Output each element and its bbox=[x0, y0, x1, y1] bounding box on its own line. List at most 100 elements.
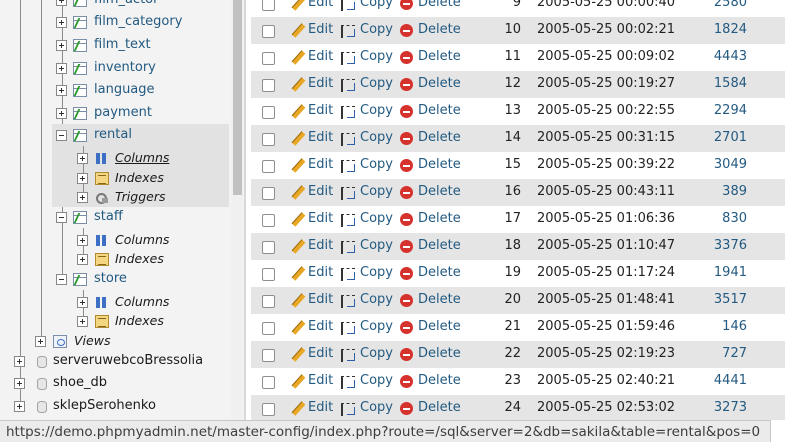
edit-link[interactable]: Edit bbox=[308, 103, 333, 118]
inventory-id-link[interactable]: 3376 bbox=[685, 238, 747, 253]
inventory-id-link[interactable]: 2580 bbox=[685, 0, 747, 10]
delete-link[interactable]: Delete bbox=[418, 0, 461, 10]
copy-link[interactable]: Copy bbox=[360, 0, 393, 10]
delete-icon[interactable] bbox=[400, 186, 413, 199]
table-row[interactable]: Edit Copy Delete 15 2005-05-25 00:39:22 3049 bbox=[251, 152, 785, 179]
tree-item-database[interactable]: shoe_db bbox=[0, 373, 231, 395]
delete-link[interactable]: Delete bbox=[418, 238, 461, 253]
tree-item-inventory[interactable]: inventory bbox=[0, 58, 231, 80]
tree-item-language[interactable]: language bbox=[0, 80, 231, 102]
inventory-id-link[interactable]: 389 bbox=[685, 184, 747, 199]
copy-icon[interactable] bbox=[341, 403, 355, 416]
inventory-id-link[interactable]: 830 bbox=[685, 211, 747, 226]
database-name[interactable]: sklepSerohenko bbox=[53, 398, 156, 413]
copy-link[interactable]: Copy bbox=[360, 184, 393, 199]
expand-icon[interactable] bbox=[14, 378, 25, 389]
delete-icon[interactable] bbox=[400, 24, 413, 37]
columns-link[interactable]: Columns bbox=[115, 232, 169, 247]
indexes-link[interactable]: Indexes bbox=[115, 170, 164, 185]
expand-icon[interactable] bbox=[14, 401, 25, 412]
table-row[interactable]: Edit Copy Delete 12 2005-05-25 00:19:27 1584 bbox=[251, 71, 785, 98]
pencil-icon[interactable] bbox=[291, 321, 305, 335]
expand-icon[interactable] bbox=[14, 356, 25, 367]
pencil-icon[interactable] bbox=[291, 186, 305, 200]
table-row[interactable]: Edit Copy Delete 14 2005-05-25 00:31:15 2701 bbox=[251, 125, 785, 152]
expand-icon[interactable] bbox=[56, 40, 67, 51]
pencil-icon[interactable] bbox=[291, 51, 305, 65]
copy-link[interactable]: Copy bbox=[360, 319, 393, 334]
pencil-icon[interactable] bbox=[291, 240, 305, 254]
table-name[interactable]: staff bbox=[94, 209, 123, 224]
indexes-link[interactable]: Indexes bbox=[115, 251, 164, 266]
edit-link[interactable]: Edit bbox=[308, 22, 333, 37]
table-row[interactable]: Edit Copy Delete 24 2005-05-25 02:53:02 3273 bbox=[251, 395, 785, 420]
pencil-icon[interactable] bbox=[291, 132, 305, 146]
copy-icon[interactable] bbox=[341, 52, 355, 65]
tree-item-store-indexes[interactable]: Indexes bbox=[0, 311, 231, 333]
delete-link[interactable]: Delete bbox=[418, 76, 461, 91]
expand-icon[interactable] bbox=[56, 63, 67, 74]
inventory-id-link[interactable]: 4443 bbox=[685, 49, 747, 64]
tree-item-store[interactable]: store bbox=[0, 269, 231, 291]
delete-icon[interactable] bbox=[400, 105, 413, 118]
copy-icon[interactable] bbox=[341, 0, 355, 11]
table-row[interactable]: Edit Copy Delete 13 2005-05-25 00:22:55 2294 bbox=[251, 98, 785, 125]
pencil-icon[interactable] bbox=[291, 213, 305, 227]
expand-icon[interactable] bbox=[77, 316, 88, 327]
expand-icon[interactable] bbox=[56, 0, 67, 6]
table-name[interactable]: film_actor bbox=[94, 0, 158, 7]
expand-icon[interactable] bbox=[56, 17, 67, 28]
delete-icon[interactable] bbox=[400, 240, 413, 253]
copy-icon[interactable] bbox=[341, 214, 355, 227]
delete-icon[interactable] bbox=[400, 267, 413, 280]
edit-link[interactable]: Edit bbox=[308, 49, 333, 64]
inventory-id-link[interactable]: 1941 bbox=[685, 265, 747, 280]
edit-link[interactable]: Edit bbox=[308, 400, 333, 415]
table-row[interactable]: Edit Copy Delete 19 2005-05-25 01:17:24 1941 bbox=[251, 260, 785, 287]
pencil-icon[interactable] bbox=[291, 78, 305, 92]
row-checkbox[interactable] bbox=[262, 241, 275, 254]
tree-item-staff-indexes[interactable]: Indexes bbox=[0, 249, 231, 271]
inventory-id-link[interactable]: 4441 bbox=[685, 373, 747, 388]
delete-link[interactable]: Delete bbox=[418, 184, 461, 199]
delete-link[interactable]: Delete bbox=[418, 265, 461, 280]
expand-icon[interactable] bbox=[77, 153, 88, 164]
row-checkbox[interactable] bbox=[262, 322, 275, 335]
row-checkbox[interactable] bbox=[262, 376, 275, 389]
row-checkbox[interactable] bbox=[262, 403, 275, 416]
copy-icon[interactable] bbox=[341, 106, 355, 119]
row-checkbox[interactable] bbox=[262, 295, 275, 308]
delete-icon[interactable] bbox=[400, 132, 413, 145]
row-checkbox[interactable] bbox=[262, 106, 275, 119]
table-row[interactable]: Edit Copy Delete 20 2005-05-25 01:48:41 3517 bbox=[251, 287, 785, 314]
table-row[interactable]: Edit Copy Delete 10 2005-05-25 00:02:21 1824 bbox=[251, 17, 785, 44]
copy-link[interactable]: Copy bbox=[360, 373, 393, 388]
table-row[interactable]: Edit Copy Delete 21 2005-05-25 01:59:46 146 bbox=[251, 314, 785, 341]
table-name[interactable]: inventory bbox=[94, 60, 156, 75]
edit-link[interactable]: Edit bbox=[308, 292, 333, 307]
delete-icon[interactable] bbox=[400, 402, 413, 415]
tree-item-rental[interactable]: rental bbox=[0, 125, 231, 147]
copy-link[interactable]: Copy bbox=[360, 49, 393, 64]
indexes-link[interactable]: Indexes bbox=[115, 313, 164, 328]
copy-icon[interactable] bbox=[341, 79, 355, 92]
delete-link[interactable]: Delete bbox=[418, 157, 461, 172]
edit-link[interactable]: Edit bbox=[308, 265, 333, 280]
delete-icon[interactable] bbox=[400, 51, 413, 64]
delete-link[interactable]: Delete bbox=[418, 49, 461, 64]
tree-item-rental-columns[interactable]: Columns bbox=[0, 148, 231, 170]
copy-link[interactable]: Copy bbox=[360, 265, 393, 280]
collapse-icon[interactable] bbox=[56, 130, 67, 141]
table-name[interactable]: store bbox=[94, 271, 127, 286]
copy-link[interactable]: Copy bbox=[360, 157, 393, 172]
expand-icon[interactable] bbox=[77, 235, 88, 246]
copy-icon[interactable] bbox=[341, 187, 355, 200]
copy-icon[interactable] bbox=[341, 322, 355, 335]
delete-icon[interactable] bbox=[400, 321, 413, 334]
table-row[interactable]: Edit Copy Delete 18 2005-05-25 01:10:47 3376 bbox=[251, 233, 785, 260]
pencil-icon[interactable] bbox=[291, 24, 305, 38]
pencil-icon[interactable] bbox=[291, 267, 305, 281]
pencil-icon[interactable] bbox=[291, 375, 305, 389]
pencil-icon[interactable] bbox=[291, 105, 305, 119]
copy-link[interactable]: Copy bbox=[360, 292, 393, 307]
